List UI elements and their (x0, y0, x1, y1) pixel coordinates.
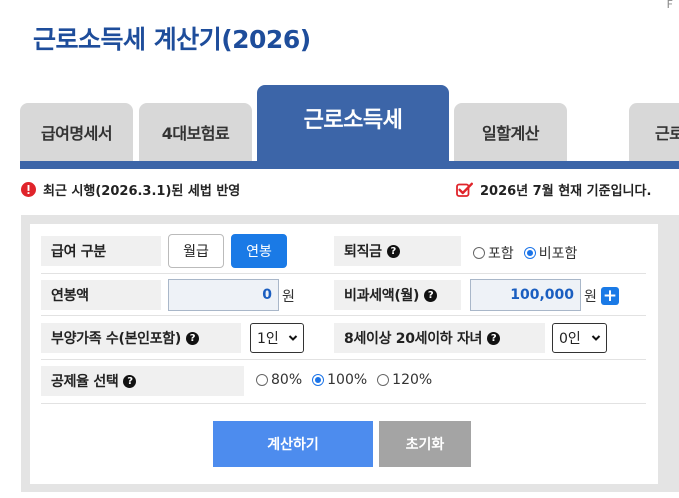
children-select-value: 0인 (559, 331, 581, 347)
reset-button[interactable]: 초기화 (379, 421, 471, 467)
page-title: 근로소득세 계산기(2026) (33, 25, 311, 54)
severance-label: 퇴직금 ? (334, 236, 461, 266)
tab-insurance[interactable]: 4대보험료 (139, 103, 252, 161)
deduction-rate-100-radio[interactable]: 100% (312, 372, 367, 388)
severance-label-text: 퇴직금 (344, 244, 382, 260)
salary-type-label-text: 급여 구분 (51, 244, 106, 260)
tab-income-tax[interactable]: 근로소득세 (257, 85, 449, 161)
severance-include-label: 포함 (488, 246, 514, 262)
nontax-unit: 원 (584, 289, 597, 305)
deduction-rate-100-label: 100% (327, 372, 368, 388)
question-circle-icon[interactable]: ? (386, 244, 400, 258)
nontax-label: 비과세액(월) ? (334, 280, 461, 310)
plus-icon[interactable]: + (601, 287, 619, 305)
row-divider (41, 359, 646, 360)
corner-mark: F (666, 0, 673, 11)
severance-exclude-label: 비포함 (538, 246, 578, 262)
tab-daily-calc[interactable]: 일할계산 (454, 103, 567, 161)
row-divider (41, 403, 646, 404)
children-label-text: 8세이상 20세이하 자녀 (344, 331, 483, 347)
deduction-rate-label: 공제율 선택 ? (41, 366, 244, 396)
deduction-rate-80-label: 80% (271, 372, 303, 388)
exclamation-circle-icon (21, 182, 36, 197)
calculator-form: 급여 구분 월급 연봉 퇴직금 ? 포함 비포함 연봉액 원 비과세액(월) ?… (30, 224, 658, 484)
nontax-label-text: 비과세액(월) (344, 288, 420, 304)
annual-salary-label-text: 연봉액 (51, 288, 89, 304)
annual-salary-unit: 원 (282, 289, 295, 305)
children-label: 8세이상 20세이하 자녀 ? (334, 323, 545, 353)
notice-base-date-text: 2026년 7월 현재 기준입니다. (480, 184, 652, 199)
row-divider (41, 315, 646, 316)
children-select[interactable]: 0인 (552, 323, 607, 353)
monthly-salary-button[interactable]: 월급 (168, 234, 224, 268)
notice-tax-law-text: 최근 시행(2026.3.1)된 세법 반영 (43, 184, 241, 199)
checkbox-checked-icon (456, 182, 473, 198)
question-circle-icon[interactable]: ? (123, 374, 137, 388)
notice-base-date: 2026년 7월 현재 기준입니다. (456, 180, 651, 199)
annual-salary-input[interactable] (168, 279, 279, 311)
severance-include-radio[interactable]: 포함 (473, 243, 514, 263)
row-divider (41, 273, 646, 274)
dependents-label: 부양가족 수(본인포함) ? (41, 323, 241, 353)
calculator-panel: 급여 구분 월급 연봉 퇴직금 ? 포함 비포함 연봉액 원 비과세액(월) ?… (21, 215, 679, 492)
tab-underline (20, 161, 679, 169)
nontax-input[interactable] (470, 279, 581, 311)
tab-labor[interactable]: 근로 (629, 103, 679, 161)
deduction-rate-80-radio[interactable]: 80% (256, 372, 302, 388)
chevron-down-icon (591, 335, 601, 341)
annual-salary-label: 연봉액 (41, 280, 161, 310)
dependents-select[interactable]: 1인 (250, 323, 304, 353)
deduction-rate-label-text: 공제율 선택 (51, 374, 119, 390)
severance-exclude-radio[interactable]: 비포함 (523, 243, 578, 263)
tab-payslip[interactable]: 급여명세서 (20, 103, 133, 161)
chevron-down-icon (288, 335, 298, 341)
deduction-rate-120-radio[interactable]: 120% (377, 372, 432, 388)
dependents-label-text: 부양가족 수(본인포함) (51, 331, 181, 347)
notice-tax-law: 최근 시행(2026.3.1)된 세법 반영 (21, 180, 240, 199)
question-circle-icon[interactable]: ? (186, 331, 199, 345)
calculate-button[interactable]: 계산하기 (213, 421, 373, 467)
severance-radio-group: 포함 비포함 (473, 243, 587, 263)
tab-bar: 급여명세서 4대보험료 근로소득세 일할계산 근로 (0, 85, 679, 169)
salary-type-label: 급여 구분 (41, 236, 161, 266)
deduction-rate-radio-group: 80% 100% 120% (256, 372, 442, 388)
question-circle-icon[interactable]: ? (487, 331, 501, 345)
question-circle-icon[interactable]: ? (424, 288, 438, 302)
dependents-select-value: 1인 (257, 331, 279, 347)
annual-salary-button[interactable]: 연봉 (231, 234, 287, 268)
deduction-rate-120-label: 120% (392, 372, 433, 388)
